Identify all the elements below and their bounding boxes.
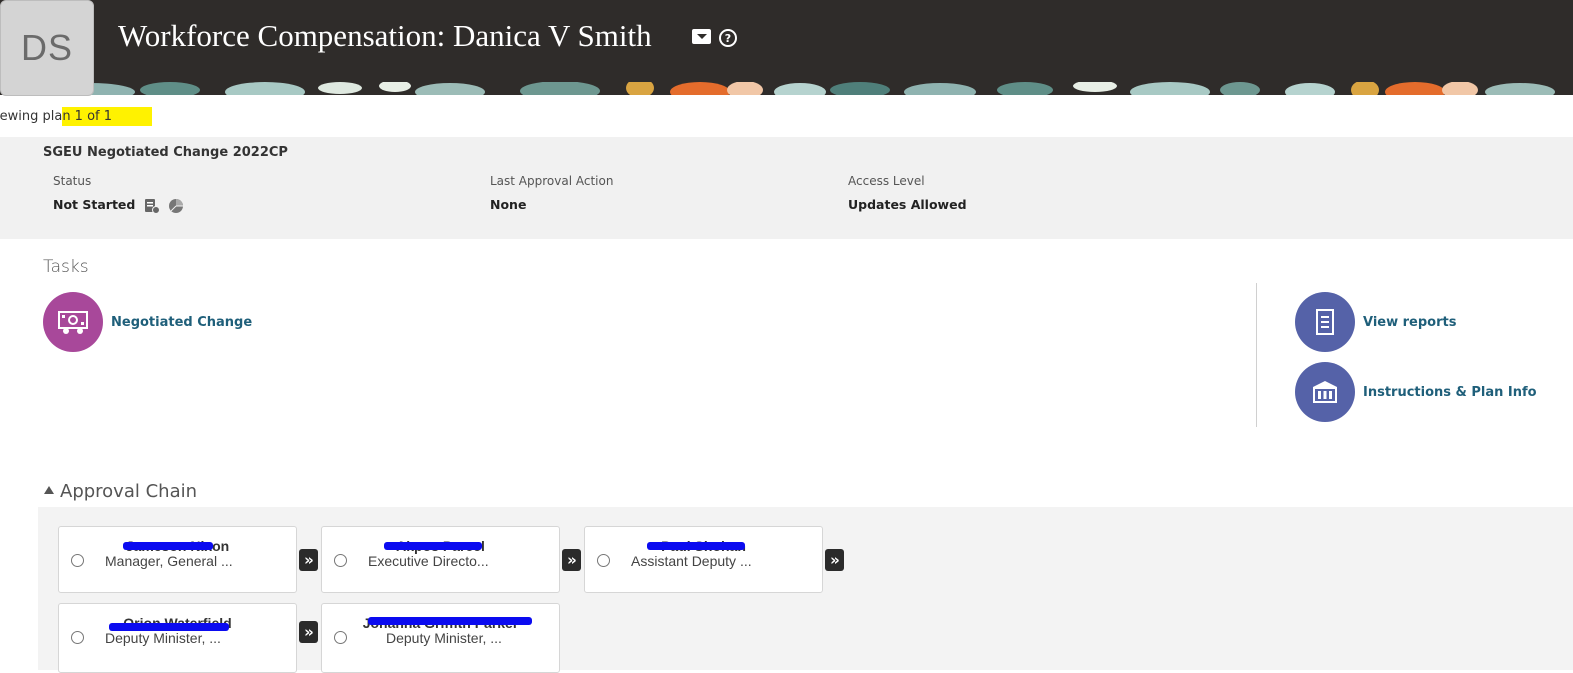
plan-name: SGEU Negotiated Change 2022CP (43, 145, 288, 160)
building-icon[interactable] (1295, 362, 1355, 422)
tasks-divider (1256, 283, 1257, 427)
approver-role: Assistant Deputy ... (631, 553, 752, 569)
approver-role: Deputy Minister, ... (105, 630, 221, 646)
chevron-right-icon: » (562, 549, 581, 571)
approval-chain-heading[interactable]: Approval Chain (44, 481, 197, 502)
view-reports-link[interactable]: View reports (1363, 315, 1456, 330)
tasks-heading: Tasks (43, 257, 89, 277)
chevron-right-icon: » (299, 621, 318, 643)
approver-card[interactable]: Paul Shohan Assistant Deputy ... (584, 526, 823, 593)
banner-illustration (0, 82, 1573, 95)
approver-radio[interactable] (334, 554, 347, 567)
pie-chart-icon[interactable] (168, 198, 184, 214)
instructions-plan-info-link[interactable]: Instructions & Plan Info (1363, 385, 1537, 400)
redaction-mark (647, 542, 745, 550)
approver-radio[interactable] (334, 631, 347, 644)
chevron-right-icon: » (299, 549, 318, 571)
access-level-value: Updates Allowed (848, 197, 967, 212)
compensation-icon[interactable] (43, 292, 103, 352)
redaction-mark (384, 542, 482, 550)
page-header: Workforce Compensation: Danica V Smith ? (0, 0, 1573, 95)
redaction-mark (123, 542, 213, 550)
status-value: Not Started (53, 197, 136, 212)
plan-pager-count: n 1 of 1 (62, 107, 153, 126)
page-title: Workforce Compensation: Danica V Smith (118, 18, 652, 53)
approver-role: Deputy Minister, ... (386, 630, 502, 646)
approver-card[interactable]: Orion Waterfield Deputy Minister, ... (58, 603, 297, 673)
last-approval-value: None (490, 197, 527, 212)
approver-radio[interactable] (597, 554, 610, 567)
approver-card[interactable]: Jameson Nixon Manager, General ... (58, 526, 297, 593)
approver-card[interactable]: Akpos Parcel Executive Directo... (321, 526, 560, 593)
caret-down-icon[interactable] (692, 29, 711, 44)
approver-radio[interactable] (71, 631, 84, 644)
task-link-negotiated-change[interactable]: Negotiated Change (111, 315, 252, 330)
approver-card[interactable]: Johanna Griffith Parker Deputy Minister,… (321, 603, 560, 673)
help-icon[interactable]: ? (719, 29, 737, 47)
approver-role: Manager, General ... (105, 553, 233, 569)
status-details-icon[interactable] (144, 198, 160, 214)
plan-pager-prefix: iewing pla (0, 109, 63, 124)
last-approval-label: Last Approval Action (490, 174, 614, 188)
collapse-triangle-icon[interactable] (44, 486, 54, 494)
approval-chain-area: Jameson Nixon Manager, General ... » Akp… (38, 507, 1573, 673)
report-icon[interactable] (1295, 292, 1355, 352)
status-label: Status (53, 174, 92, 188)
chevron-right-icon: » (825, 549, 844, 571)
approver-role: Executive Directo... (368, 553, 489, 569)
approval-chain-title: Approval Chain (60, 481, 198, 502)
plan-summary-panel: SGEU Negotiated Change 2022CP Status Not… (0, 137, 1573, 239)
redaction-mark (368, 617, 532, 625)
approver-radio[interactable] (71, 554, 84, 567)
plan-pager-text: iewing plan 1 of 1 (0, 107, 153, 126)
avatar[interactable]: DS (0, 0, 94, 96)
access-level-label: Access Level (848, 174, 925, 188)
